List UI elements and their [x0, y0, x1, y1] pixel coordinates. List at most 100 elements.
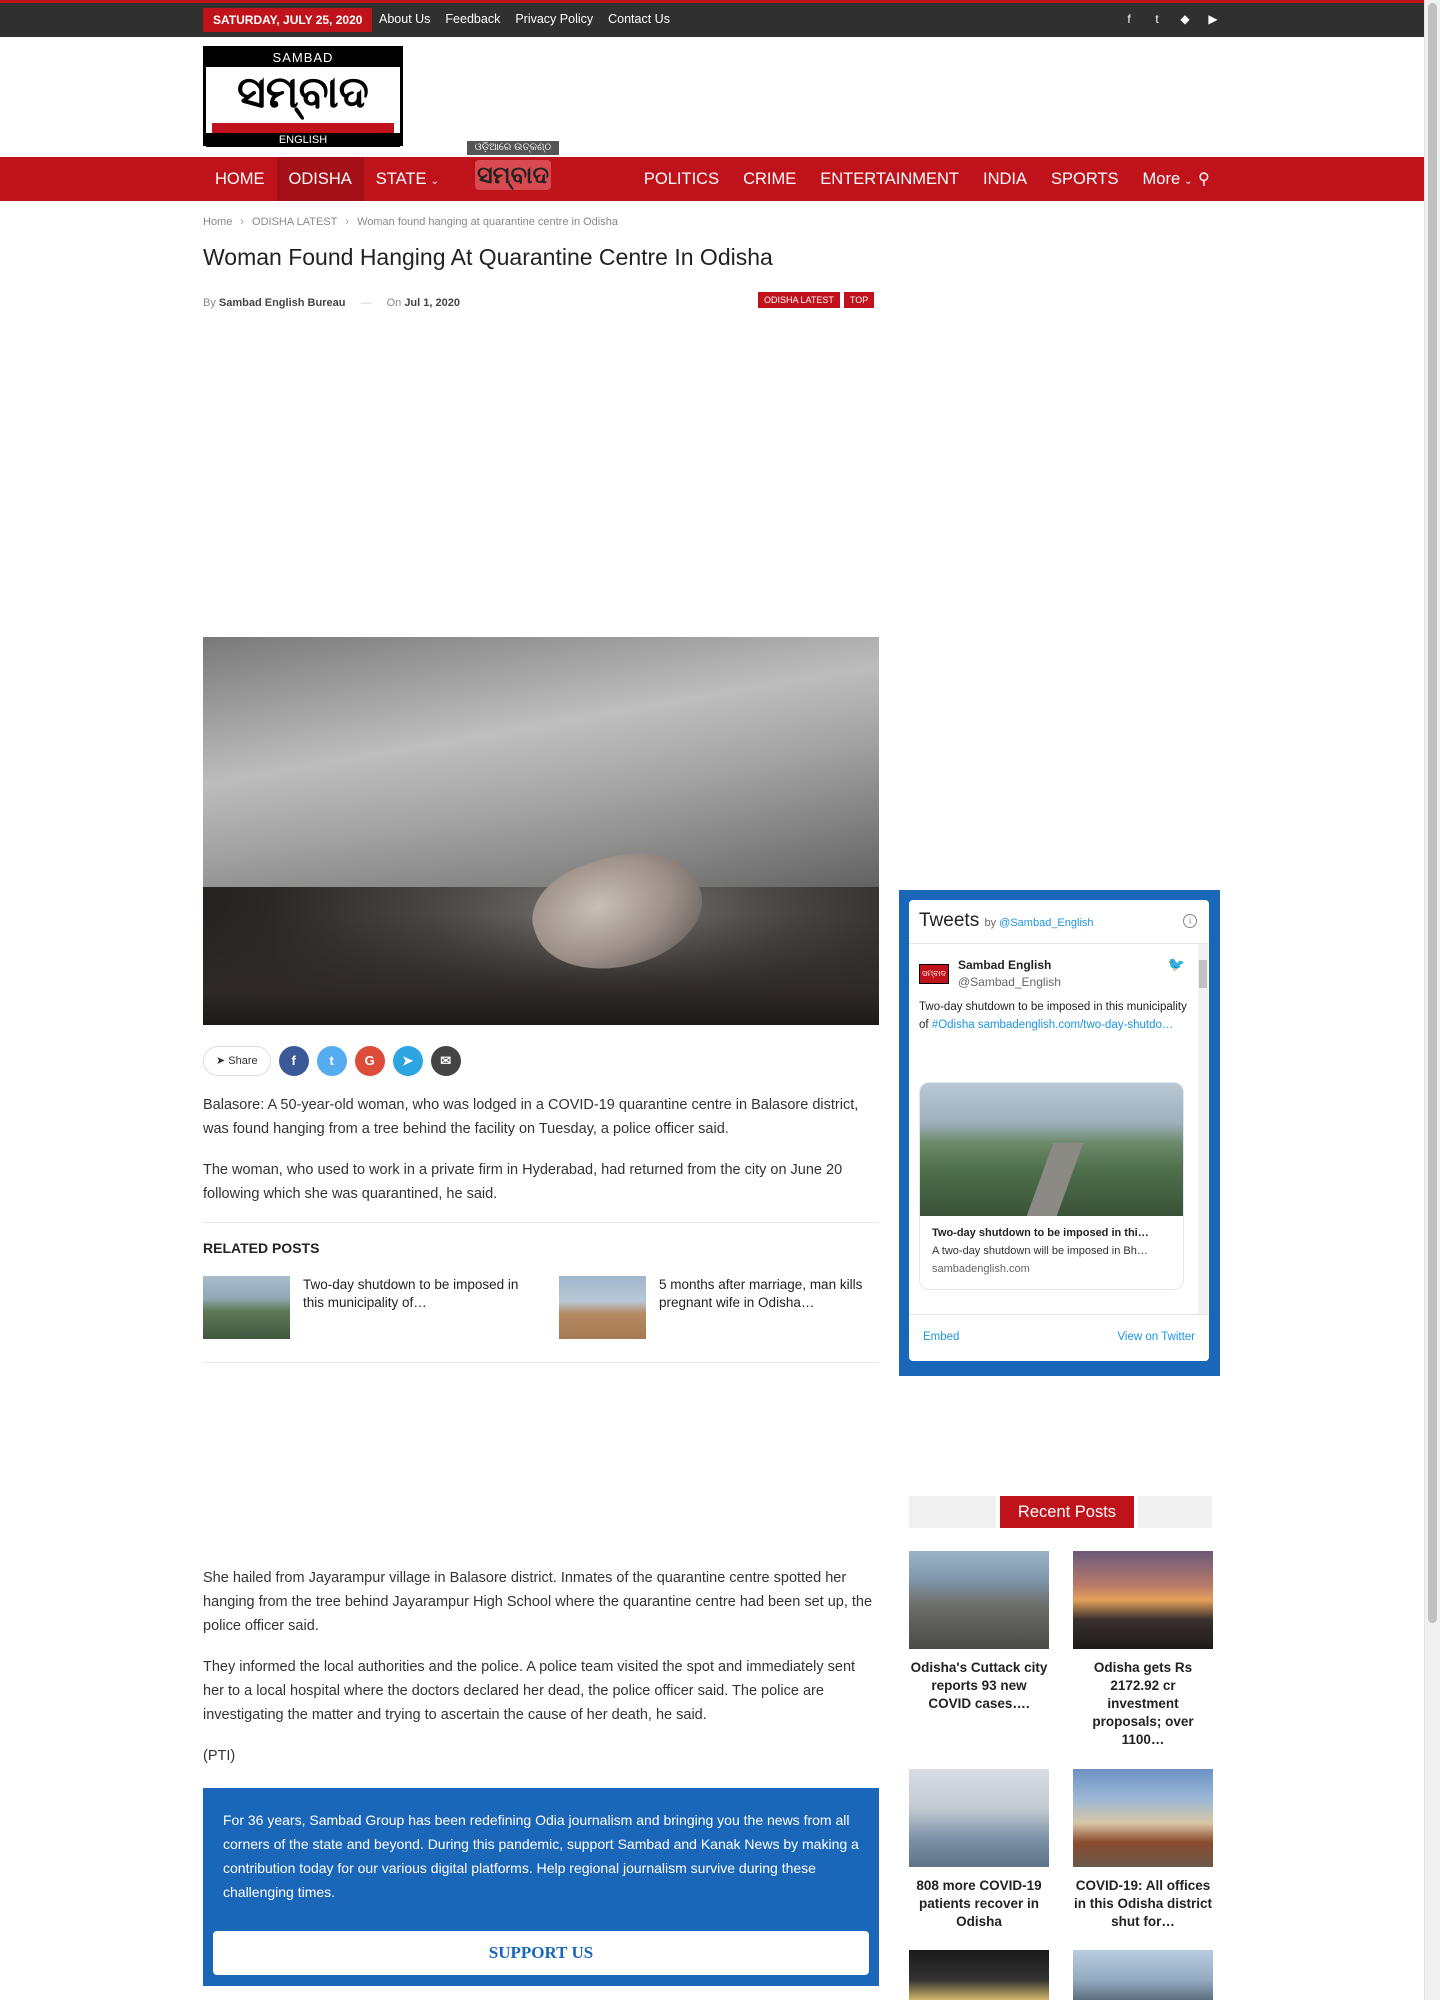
recent-post-1[interactable]: Odisha's Cuttack city reports 93 new COV… — [909, 1551, 1049, 1713]
nav-state[interactable]: STATE ⌄ — [364, 157, 451, 201]
recent-post-1-title[interactable]: Odisha's Cuttack city reports 93 new COV… — [909, 1659, 1049, 1713]
twitter-icon[interactable]: t — [1151, 12, 1163, 26]
recent-post-6-image[interactable] — [1073, 1950, 1213, 2000]
twitter-share-icon[interactable]: t — [316, 1046, 347, 1076]
telegram-share-icon[interactable]: ➤ — [392, 1046, 423, 1076]
current-date: SATURDAY, JULY 25, 2020 — [203, 8, 373, 32]
tweet-feed[interactable]: ସମ୍ବାଦ Sambad English @Sambad_English 🐦 … — [909, 944, 1197, 1314]
related-post-1-title[interactable]: Two-day shutdown to be imposed in this m… — [303, 1276, 528, 1339]
tweet-user-handle[interactable]: @Sambad_English — [958, 975, 1061, 989]
share-bar: ➤ Share f t G ➤ ✉ — [203, 1046, 461, 1076]
page-scrollbar[interactable] — [1424, 0, 1440, 2000]
breadcrumb-home[interactable]: Home — [203, 216, 232, 228]
chevron-right-icon: › — [345, 216, 350, 228]
info-icon[interactable]: i — [1183, 914, 1197, 928]
twitter-bird-icon[interactable]: 🐦 — [1168, 956, 1185, 973]
recent-posts-header: Recent Posts — [909, 1496, 1212, 1528]
android-icon[interactable]: ◆ — [1179, 12, 1191, 26]
nav-entertainment[interactable]: ENTERTAINMENT — [808, 157, 971, 201]
by-label: By — [203, 297, 216, 309]
recent-post-5-image[interactable] — [909, 1950, 1049, 2000]
share-button[interactable]: ➤ Share — [203, 1046, 271, 1076]
tweet-card-title[interactable]: Two-day shutdown to be imposed in thi… — [932, 1227, 1149, 1239]
author-link[interactable]: Sambad English Bureau — [219, 297, 346, 309]
center-logo-tagline: ଓଡ଼ିଆରେ ଉତ୍କଣ୍ଠ — [467, 141, 559, 155]
related-post-2-title[interactable]: 5 months after marriage, man kills pregn… — [659, 1276, 884, 1339]
nav-odisha[interactable]: ODISHA — [276, 157, 365, 204]
hero-sheet — [203, 637, 879, 887]
logo-main-text: ସମ୍ବାଦ — [237, 67, 369, 118]
recent-post-4[interactable]: COVID-19: All offices in this Odisha dis… — [1073, 1769, 1213, 1931]
chevron-right-icon: › — [240, 216, 245, 228]
nav-sports[interactable]: SPORTS — [1039, 157, 1131, 201]
tweet-avatar[interactable]: ସମ୍ବାଦ — [919, 964, 949, 984]
twitter-footer: Embed View on Twitter — [909, 1314, 1209, 1361]
nav-india[interactable]: INDIA — [971, 157, 1039, 201]
view-on-twitter-link[interactable]: View on Twitter — [1117, 1331, 1195, 1343]
recent-post-4-title[interactable]: COVID-19: All offices in this Odisha dis… — [1073, 1877, 1213, 1931]
category-badges: ODISHA LATEST TOP — [758, 292, 875, 308]
social-links: f t ◆ ▶ — [1123, 12, 1219, 26]
page-scrollbar-thumb[interactable] — [1428, 3, 1437, 1623]
meta-divider: — — [360, 297, 372, 309]
facebook-icon[interactable]: f — [1123, 12, 1135, 26]
facebook-share-icon[interactable]: f — [278, 1046, 309, 1076]
nav-center-logo[interactable]: ଓଡ଼ିଆରେ ଉତ୍କଣ୍ଠ ସମ୍ବାଦ — [467, 141, 559, 201]
twitter-by-label: by — [984, 917, 997, 929]
breadcrumb-category[interactable]: ODISHA LATEST — [252, 216, 337, 228]
email-share-icon[interactable]: ✉ — [430, 1046, 461, 1076]
recent-post-3-image[interactable] — [909, 1769, 1049, 1867]
related-post-2[interactable]: 5 months after marriage, man kills pregn… — [559, 1276, 884, 1339]
top-bar: SATURDAY, JULY 25, 2020 About Us Feedbac… — [0, 0, 1424, 37]
recent-post-2[interactable]: Odisha gets Rs 2172.92 cr investment pro… — [1073, 1551, 1213, 1749]
youtube-icon[interactable]: ▶ — [1207, 12, 1219, 26]
feedback-link[interactable]: Feedback — [445, 12, 500, 26]
recent-post-5[interactable] — [909, 1950, 1049, 2000]
breadcrumb-current: Woman found hanging at quarantine centre… — [357, 216, 618, 228]
nav-state-label: STATE — [375, 170, 427, 188]
nav-more[interactable]: More ⌄ — [1131, 157, 1205, 201]
about-us-link[interactable]: About Us — [379, 12, 430, 26]
category-badge-top[interactable]: TOP — [843, 292, 875, 308]
google-share-icon[interactable]: G — [354, 1046, 385, 1076]
on-label: On — [386, 297, 402, 309]
recent-post-6[interactable] — [1073, 1950, 1213, 2000]
tweet-card-image[interactable] — [920, 1083, 1183, 1216]
recent-post-2-image[interactable] — [1073, 1551, 1213, 1649]
related-post-1[interactable]: Two-day shutdown to be imposed in this m… — [203, 1276, 528, 1339]
article-paragraph-5: (PTI) — [203, 1748, 236, 1764]
share-label: Share — [228, 1055, 258, 1067]
tweet-user-name[interactable]: Sambad English — [958, 958, 1051, 972]
related-posts-heading: RELATED POSTS — [203, 1240, 320, 1256]
category-badge-odisha-latest[interactable]: ODISHA LATEST — [758, 292, 840, 308]
nav-politics[interactable]: POLITICS — [632, 157, 731, 201]
embed-link[interactable]: Embed — [923, 1331, 959, 1343]
nav-home[interactable]: HOME — [203, 157, 277, 201]
support-us-button[interactable]: SUPPORT US — [213, 1931, 869, 1975]
twitter-header: Tweets by @Sambad_English — [919, 910, 1094, 932]
related-post-2-thumb[interactable] — [559, 1276, 646, 1339]
site-logo[interactable]: SAMBAD ସମ୍ବାଦ ENGLISH — [203, 46, 403, 147]
privacy-policy-link[interactable]: Privacy Policy — [515, 12, 593, 26]
tweet-link[interactable]: #Odisha sambadenglish.com/two-day-shutdo… — [932, 1019, 1174, 1031]
tweet-link-card[interactable]: Two-day shutdown to be imposed in thi… A… — [919, 1082, 1184, 1290]
twitter-timeline: Tweets by @Sambad_English i ସମ୍ବାଦ Samba… — [909, 900, 1209, 1361]
divider — [203, 1222, 879, 1223]
recent-post-2-title[interactable]: Odisha gets Rs 2172.92 cr investment pro… — [1073, 1659, 1213, 1749]
tweet-text: Two-day shutdown to be imposed in this m… — [919, 998, 1189, 1034]
article-paragraph-1: Balasore: A 50-year-old woman, who was l… — [203, 1097, 859, 1137]
article-paragraph-2: The woman, who used to work in a private… — [203, 1162, 843, 1202]
contact-us-link[interactable]: Contact Us — [608, 12, 670, 26]
article-hero-image — [203, 637, 879, 1025]
nav-crime[interactable]: CRIME — [731, 157, 808, 201]
tweet-feed-scrollbar[interactable] — [1198, 944, 1208, 1314]
recent-post-3[interactable]: 808 more COVID-19 patients recover in Od… — [909, 1769, 1049, 1931]
twitter-handle-link[interactable]: @Sambad_English — [999, 917, 1093, 929]
search-icon[interactable]: ⚲ — [1198, 169, 1210, 189]
related-post-1-thumb[interactable] — [203, 1276, 290, 1339]
recent-post-4-image[interactable] — [1073, 1769, 1213, 1867]
recent-post-1-image[interactable] — [909, 1551, 1049, 1649]
tweet-feed-scrollbar-thumb[interactable] — [1199, 960, 1207, 988]
main-nav: HOME ODISHA STATE ⌄ POLITICS CRIME ENTERT… — [0, 141, 1424, 204]
recent-post-3-title[interactable]: 808 more COVID-19 patients recover in Od… — [909, 1877, 1049, 1931]
